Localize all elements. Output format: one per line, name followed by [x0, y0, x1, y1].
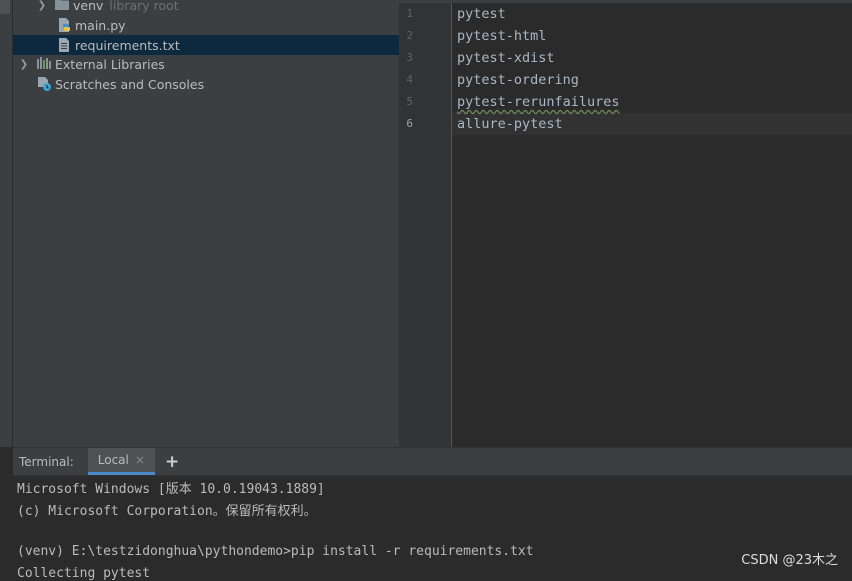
terminal-label: Terminal: [19, 454, 74, 469]
text-file-icon [57, 38, 71, 52]
terminal-tab-label: Local [97, 453, 129, 467]
terminal-output-line: Collecting pytest [17, 566, 151, 581]
line-number: 5 [406, 95, 413, 108]
code-editor[interactable]: 1 2 3 4 5 6 pytest pytest-html pytest-xd… [399, 0, 852, 447]
chevron-right-icon[interactable]: ❯ [37, 0, 47, 11]
terminal-tab-local[interactable]: Local × [87, 448, 155, 475]
tool-window-strip[interactable] [0, 0, 13, 447]
tree-item-requirements-txt[interactable]: requirements.txt [13, 35, 399, 55]
line-number: 1 [406, 7, 413, 20]
terminal-header: Terminal: Local × + [13, 447, 852, 476]
line-number-gutter: 1 2 3 4 5 6 [399, 3, 452, 447]
scratches-icon [37, 77, 51, 91]
folder-icon [55, 0, 69, 12]
line-number: 6 [406, 117, 413, 130]
project-tool-tab[interactable] [0, 0, 10, 14]
tree-item-label: main.py [75, 17, 126, 33]
tree-item-venv[interactable]: ❯ venv library root [13, 0, 399, 15]
line-number: 4 [406, 73, 413, 86]
code-line[interactable]: pytest-xdist [457, 47, 555, 69]
code-line[interactable]: allure-pytest [457, 113, 563, 135]
tree-item-label: venv [73, 0, 104, 13]
tree-item-scratches-and-consoles[interactable]: Scratches and Consoles [13, 74, 399, 94]
terminal-output-line: Microsoft Windows [版本 10.0.19043.1889] [17, 482, 325, 497]
line-number: 2 [406, 29, 413, 42]
tree-item-external-libraries[interactable]: ❯ External Libraries [13, 54, 399, 74]
code-line[interactable]: pytest-ordering [457, 69, 579, 91]
terminal-output-line: (c) Microsoft Corporation。保留所有权利。 [17, 504, 317, 519]
terminal-panel[interactable]: Terminal: Local × + Microsoft Windows [版… [13, 447, 852, 581]
project-tree-panel: ❯ venv library root main.py requirements… [13, 0, 399, 447]
code-line[interactable]: pytest-html [457, 25, 546, 47]
tree-item-label: External Libraries [55, 56, 165, 72]
library-root-note: library root [109, 0, 179, 13]
spelling-squiggle: pytest-rerunfailures [457, 94, 620, 110]
code-line[interactable]: pytest-rerunfailures [457, 91, 620, 113]
python-file-icon [57, 18, 71, 32]
code-line[interactable]: pytest [457, 3, 506, 25]
line-number: 3 [406, 51, 413, 64]
add-tab-icon[interactable]: + [165, 452, 179, 472]
csdn-watermark: CSDN @23木之 [741, 553, 838, 568]
tree-item-label: Scratches and Consoles [55, 76, 205, 92]
close-icon[interactable]: × [135, 453, 145, 467]
terminal-command-line[interactable]: (venv) E:\testzidonghua\pythondemo>pip i… [17, 544, 534, 559]
tree-item-label: requirements.txt [75, 37, 180, 53]
tree-item-main-py[interactable]: main.py [13, 15, 399, 35]
chevron-right-icon[interactable]: ❯ [19, 59, 29, 70]
library-icon [37, 57, 51, 71]
